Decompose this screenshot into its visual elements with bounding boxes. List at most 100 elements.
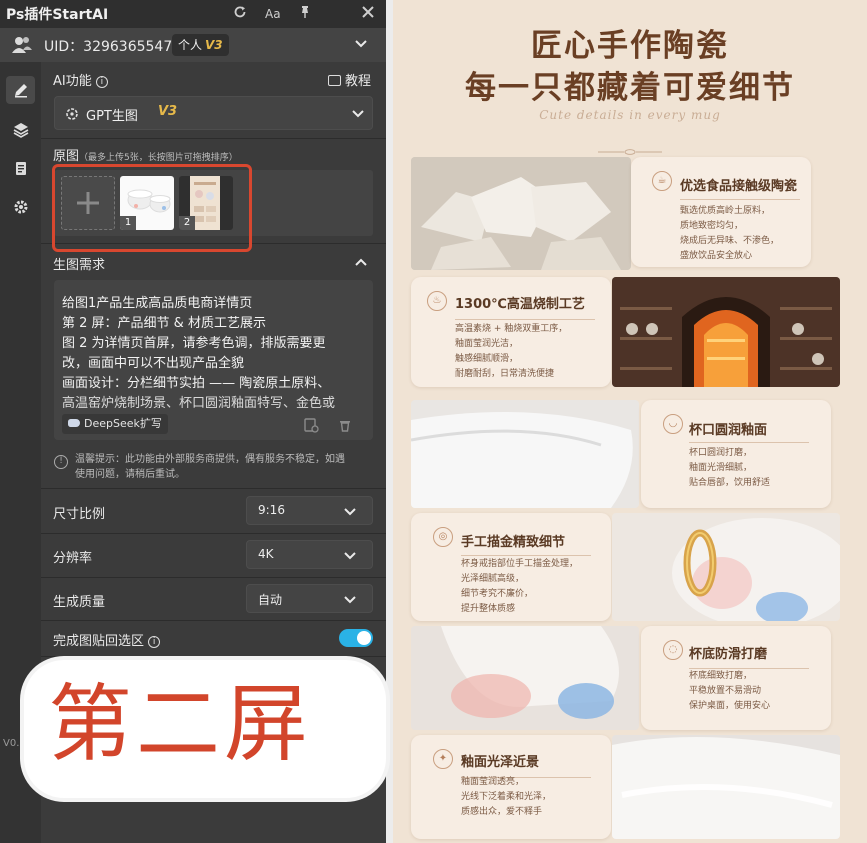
feature-desc: 提升整体质感 [461, 604, 516, 614]
account-bar: UID：3296365547 个人 V3 [0, 28, 386, 62]
notice-line-2: 使用问题，请稍后重试。 [75, 469, 185, 480]
feature-title: 1300℃高温烧制工艺 [455, 297, 585, 312]
feature-desc: 触感细腻顺滑， [455, 354, 519, 364]
info-icon[interactable]: i [95, 76, 108, 88]
paste-back-label-text: 完成图贴回选区 [53, 634, 145, 649]
poster-script-text: Cute details in every mug [539, 108, 721, 122]
feature-desc: 盛放饮品安全放心 [680, 251, 753, 261]
title-bar: Ps插件StartAI Aa [0, 0, 386, 28]
poster-headline-2: 每一只都藏着可爱细节 [465, 70, 795, 106]
model-name: GPT生图 [86, 109, 138, 124]
aspect-ratio-select[interactable]: 9:16 [246, 496, 373, 525]
photo-clay [411, 157, 631, 270]
overlay-text: 第二屏 [48, 675, 313, 773]
ornament-divider [598, 140, 662, 155]
source-images-label-text: 原图 [53, 149, 80, 164]
divider [41, 533, 386, 534]
resolution-select[interactable]: 4K [246, 540, 373, 569]
requirements-line: 图 2 为详情页首屏，请参考色调，排版需要更 [62, 336, 326, 351]
source-images-hint: （最多上传5张，长按图片可拖拽排序） [79, 153, 238, 163]
feature-desc: 耐磨耐刮，日常清洗便捷 [455, 369, 555, 379]
notice-line-1: 温馨提示：此功能由外部服务商提供，偶有服务不稳定，如遇 [75, 454, 345, 465]
divider [41, 620, 386, 621]
poster-headline-1: 匠心手作陶瓷 [531, 28, 729, 64]
feature-divider [461, 555, 591, 556]
divider [41, 577, 386, 578]
version-fragment: V0. [3, 738, 20, 749]
uid-text: UID：3296365547 [44, 39, 173, 55]
quality-select[interactable]: 自动 [246, 584, 373, 613]
feature-divider [680, 199, 800, 200]
ai-feature-label: AI功能 i [53, 70, 108, 89]
requirements-line: 第 2 屏：产品细节 & 材质工艺展示 [62, 316, 266, 331]
sidebar-edit-icon[interactable] [6, 76, 35, 104]
plan-label: 个人 [178, 38, 203, 52]
photo-gold-ring [612, 513, 840, 621]
user-group-icon[interactable] [11, 35, 33, 59]
feature-card: ◌ 杯底防滑打磨 杯底细致打磨， 平稳放置不易滑动 保护桌面，使用安心 [641, 626, 831, 730]
pin-icon[interactable] [298, 5, 312, 23]
requirements-line: 改，画面中可以不出现产品全貌 [62, 356, 245, 371]
feature-desc: 光泽细腻高级， [461, 574, 525, 584]
feature-card: ✦ 釉面光泽近景 釉面莹润透亮， 光线下泛着柔和光泽， 质感出众，爱不释手 [411, 735, 611, 839]
feature-desc: 光线下泛着柔和光泽， [461, 792, 552, 802]
aspect-ratio-value: 9:16 [258, 503, 285, 517]
feature-desc: 釉面光滑细腻， [689, 463, 753, 473]
feature-desc: 质感出众，爱不释手 [461, 807, 543, 817]
feature-desc: 贴合唇部，饮用舒适 [689, 478, 771, 488]
feature-desc: 质地致密均匀， [680, 221, 744, 231]
feature-desc: 甄选优质高岭土原料， [680, 206, 771, 216]
overlay-sticker: 第二屏 [24, 660, 386, 798]
refresh-icon[interactable] [233, 5, 247, 23]
resolution-value: 4K [258, 547, 274, 561]
feature-desc: 高温素烧 + 釉烧双重工序， [455, 324, 568, 334]
feature-desc: 平稳放置不易滑动 [689, 686, 762, 696]
base-icon: ◌ [663, 640, 683, 660]
deepseek-icon [68, 419, 80, 427]
divider [41, 138, 386, 139]
tutorial-label: 教程 [345, 74, 372, 89]
tutorial-link[interactable]: 教程 [328, 70, 371, 89]
cup-icon: ☕ [652, 171, 672, 191]
feature-card: ◡ 杯口圆润釉面 杯口圆润打磨， 釉面光滑细腻， 贴合唇部，饮用舒适 [641, 400, 831, 508]
chevron-up-icon[interactable] [354, 255, 368, 272]
feature-desc: 釉面莹润光洁， [455, 339, 519, 349]
model-select[interactable]: GPT生图 V3 [54, 96, 373, 130]
chevron-down-icon [351, 107, 365, 124]
sidebar-settings-icon[interactable] [6, 193, 35, 221]
plan-version: V3 [205, 38, 223, 52]
model-version: V3 [158, 104, 178, 119]
requirements-textarea[interactable]: 给图1产品生成高品质电商详情页 第 2 屏：产品细节 & 材质工艺展示 图 2 … [54, 280, 373, 440]
feature-title: 手工描金精致细节 [461, 535, 566, 550]
book-icon [328, 75, 341, 86]
requirements-line: 画面设计：分栏细节实拍 —— 陶瓷原土原料、 [62, 376, 331, 391]
paste-back-toggle[interactable] [339, 629, 373, 647]
info-icon[interactable]: i [148, 636, 161, 648]
deepseek-expand-button[interactable]: DeepSeek扩写 [62, 414, 168, 434]
feature-divider [455, 319, 595, 320]
chevron-down-icon[interactable] [354, 37, 368, 54]
window-title: Ps插件StartAI [6, 7, 109, 23]
flame-icon: ♨ [427, 291, 447, 311]
openai-icon [65, 106, 79, 125]
warning-icon: ! [54, 455, 68, 469]
trash-icon[interactable] [337, 417, 353, 437]
feature-card: ◎ 手工描金精致细节 杯身戒指部位手工描金处理， 光泽细腻高级， 细节考究不廉价… [411, 513, 611, 621]
chevron-down-icon [343, 505, 357, 522]
toggle-knob [357, 631, 371, 645]
highlight-box [52, 164, 252, 252]
ring-icon: ◎ [433, 527, 453, 547]
font-size-icon[interactable]: Aa [265, 7, 281, 21]
sidebar-layers-icon[interactable] [6, 116, 35, 144]
photo-cup-bottom [411, 626, 639, 730]
feature-desc: 细节考究不廉价， [461, 589, 534, 599]
photo-rim [411, 400, 639, 508]
aspect-ratio-label: 尺寸比例 [53, 507, 106, 522]
close-icon[interactable] [361, 5, 375, 23]
plan-badge: 个人 V3 [172, 34, 229, 56]
source-images-label: 原图（最多上传5张，长按图片可拖拽排序） [53, 145, 238, 164]
sidebar-clipboard-icon[interactable] [6, 154, 35, 182]
history-icon[interactable] [303, 417, 319, 437]
photo-kiln [612, 277, 840, 387]
quality-value: 自动 [258, 593, 283, 607]
